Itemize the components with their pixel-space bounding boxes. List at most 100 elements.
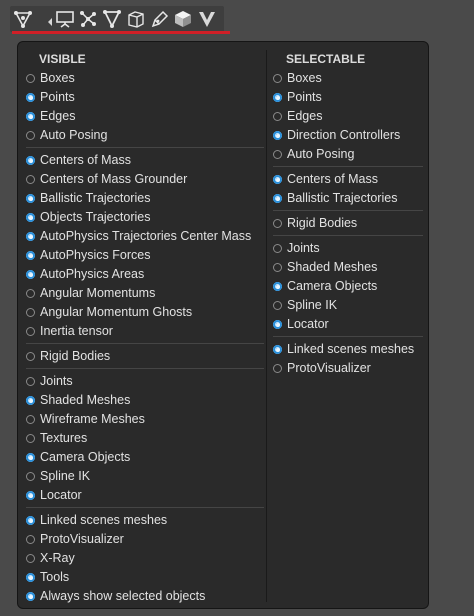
radio-off-icon[interactable] — [26, 308, 35, 317]
option-label: Locator — [287, 317, 329, 331]
radio-off-icon[interactable] — [26, 535, 35, 544]
radio-off-icon[interactable] — [26, 175, 35, 184]
visible-option-protovisualizer[interactable]: ProtoVisualizer — [24, 530, 264, 549]
radio-off-icon[interactable] — [273, 263, 282, 272]
logo-v-icon[interactable] — [197, 9, 217, 29]
radio-on-icon[interactable] — [273, 175, 282, 184]
radio-on-icon[interactable] — [26, 213, 35, 222]
radio-on-icon[interactable] — [26, 270, 35, 279]
selectable-header: SELECTABLE — [286, 52, 366, 66]
visible-option-auto-posing[interactable]: Auto Posing — [24, 126, 264, 145]
cube-solid-icon[interactable] — [173, 9, 193, 29]
radio-off-icon[interactable] — [26, 131, 35, 140]
visible-option-autophysics-forces[interactable]: AutoPhysics Forces — [24, 246, 264, 265]
pen-icon[interactable] — [150, 9, 170, 29]
selectable-option-joints[interactable]: Joints — [271, 239, 423, 258]
visible-option-ballistic-trajectories[interactable]: Ballistic Trajectories — [24, 189, 264, 208]
radio-on-icon[interactable] — [26, 491, 35, 500]
radio-off-icon[interactable] — [273, 244, 282, 253]
radio-on-icon[interactable] — [273, 345, 282, 354]
radio-on-icon[interactable] — [273, 320, 282, 329]
selectable-option-camera-objects[interactable]: Camera Objects — [271, 277, 423, 296]
visible-option-camera-objects[interactable]: Camera Objects — [24, 448, 264, 467]
visible-option-shaded-meshes[interactable]: Shaded Meshes — [24, 391, 264, 410]
visible-option-centers-of-mass[interactable]: Centers of Mass — [24, 151, 264, 170]
radio-off-icon[interactable] — [26, 74, 35, 83]
selectable-option-boxes[interactable]: Boxes — [271, 69, 423, 88]
option-label: Boxes — [287, 71, 322, 85]
visible-option-locator[interactable]: Locator — [24, 486, 264, 505]
visible-option-points[interactable]: Points — [24, 88, 264, 107]
visible-option-always-show-selected-objects[interactable]: Always show selected objects — [24, 587, 264, 606]
toolbar — [10, 6, 224, 32]
selectable-option-locator[interactable]: Locator — [271, 315, 423, 334]
radio-off-icon[interactable] — [26, 554, 35, 563]
radio-on-icon[interactable] — [273, 93, 282, 102]
radio-off-icon[interactable] — [273, 150, 282, 159]
selectable-option-linked-scenes-meshes[interactable]: Linked scenes meshes — [271, 340, 423, 359]
radio-on-icon[interactable] — [26, 592, 35, 601]
visible-option-rigid-bodies[interactable]: Rigid Bodies — [24, 347, 264, 366]
radio-on-icon[interactable] — [26, 453, 35, 462]
radio-on-icon[interactable] — [26, 156, 35, 165]
selectable-option-shaded-meshes[interactable]: Shaded Meshes — [271, 258, 423, 277]
cube-wire-icon[interactable] — [126, 9, 146, 29]
expand-arrow-icon[interactable] — [47, 14, 53, 26]
selectable-option-direction-controllers[interactable]: Direction Controllers — [271, 126, 423, 145]
visible-option-linked-scenes-meshes[interactable]: Linked scenes meshes — [24, 511, 264, 530]
visible-option-autophysics-areas[interactable]: AutoPhysics Areas — [24, 265, 264, 284]
radio-off-icon[interactable] — [273, 301, 282, 310]
radio-off-icon[interactable] — [273, 112, 282, 121]
radio-off-icon[interactable] — [273, 219, 282, 228]
visible-option-boxes[interactable]: Boxes — [24, 69, 264, 88]
radio-off-icon[interactable] — [26, 434, 35, 443]
selectable-option-rigid-bodies[interactable]: Rigid Bodies — [271, 214, 423, 233]
radio-on-icon[interactable] — [26, 573, 35, 582]
option-label: X-Ray — [40, 551, 75, 565]
option-label: Linked scenes meshes — [287, 342, 415, 356]
selectable-option-edges[interactable]: Edges — [271, 107, 423, 126]
radio-off-icon[interactable] — [26, 415, 35, 424]
radio-off-icon[interactable] — [26, 327, 35, 336]
selectable-option-points[interactable]: Points — [271, 88, 423, 107]
radio-on-icon[interactable] — [26, 194, 35, 203]
radio-off-icon[interactable] — [26, 352, 35, 361]
radio-off-icon[interactable] — [26, 289, 35, 298]
radio-on-icon[interactable] — [26, 396, 35, 405]
radio-on-icon[interactable] — [26, 93, 35, 102]
visible-option-wireframe-meshes[interactable]: Wireframe Meshes — [24, 410, 264, 429]
visible-option-angular-momentums[interactable]: Angular Momentums — [24, 284, 264, 303]
visible-option-centers-of-mass-grounder[interactable]: Centers of Mass Grounder — [24, 170, 264, 189]
nodes-icon[interactable] — [78, 9, 98, 29]
visible-option-angular-momentum-ghosts[interactable]: Angular Momentum Ghosts — [24, 303, 264, 322]
selectable-option-ballistic-trajectories[interactable]: Ballistic Trajectories — [271, 189, 423, 208]
radio-on-icon[interactable] — [26, 232, 35, 241]
selectable-option-protovisualizer[interactable]: ProtoVisualizer — [271, 359, 423, 378]
radio-on-icon[interactable] — [273, 282, 282, 291]
radio-on-icon[interactable] — [26, 112, 35, 121]
visible-option-textures[interactable]: Textures — [24, 429, 264, 448]
visible-option-tools[interactable]: Tools — [24, 568, 264, 587]
radio-off-icon[interactable] — [26, 472, 35, 481]
vertex-triangle-icon[interactable] — [102, 9, 122, 29]
selectable-option-auto-posing[interactable]: Auto Posing — [271, 145, 423, 164]
visible-option-inertia-tensor[interactable]: Inertia tensor — [24, 322, 264, 341]
visible-option-joints[interactable]: Joints — [24, 372, 264, 391]
radio-on-icon[interactable] — [26, 516, 35, 525]
visible-option-edges[interactable]: Edges — [24, 107, 264, 126]
radio-on-icon[interactable] — [26, 251, 35, 260]
radio-on-icon[interactable] — [273, 131, 282, 140]
vertex-select-icon[interactable] — [13, 9, 33, 29]
screen-icon[interactable] — [55, 9, 75, 29]
visible-option-x-ray[interactable]: X-Ray — [24, 549, 264, 568]
visible-option-autophysics-trajectories-center-mass[interactable]: AutoPhysics Trajectories Center Mass — [24, 227, 264, 246]
selectable-option-centers-of-mass[interactable]: Centers of Mass — [271, 170, 423, 189]
radio-on-icon[interactable] — [273, 194, 282, 203]
visible-option-objects-trajectories[interactable]: Objects Trajectories — [24, 208, 264, 227]
option-label: ProtoVisualizer — [287, 361, 371, 375]
selectable-option-spline-ik[interactable]: Spline IK — [271, 296, 423, 315]
radio-off-icon[interactable] — [273, 364, 282, 373]
radio-off-icon[interactable] — [273, 74, 282, 83]
visible-option-spline-ik[interactable]: Spline IK — [24, 467, 264, 486]
radio-off-icon[interactable] — [26, 377, 35, 386]
